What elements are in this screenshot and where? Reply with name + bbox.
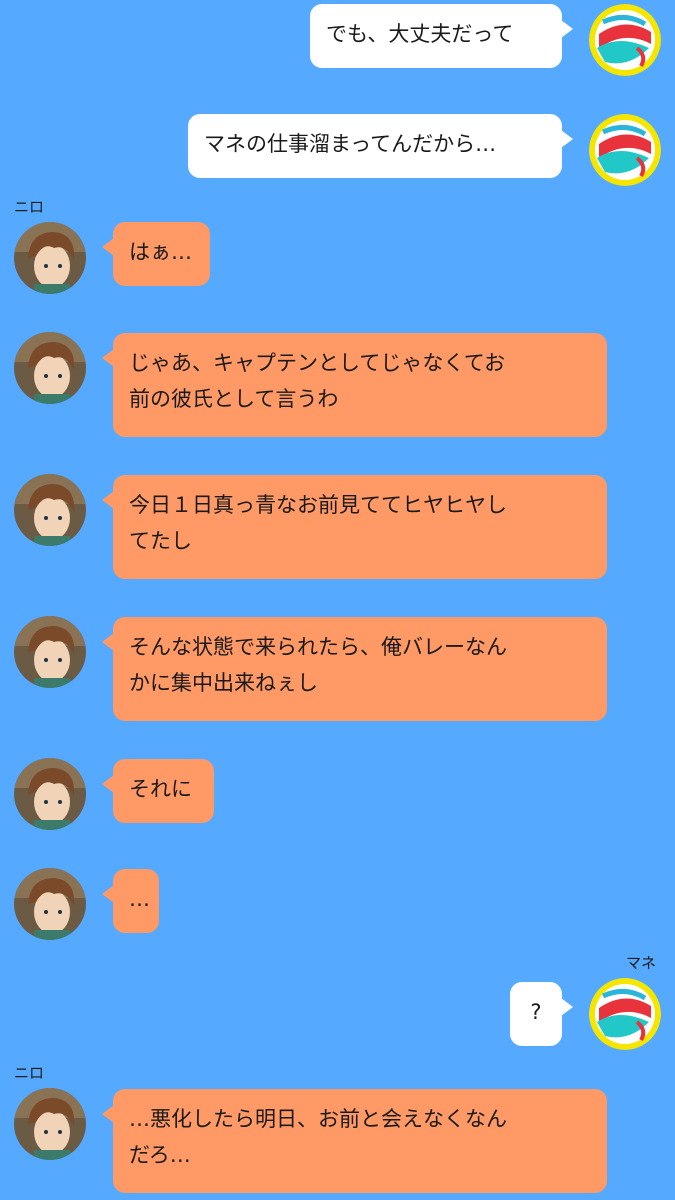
partner-message-bubble: … — [102, 869, 159, 933]
partner-avatar[interactable] — [14, 758, 86, 830]
boy-character-avatar-icon — [14, 332, 86, 404]
partner-message-bubble: …悪化したら明日、お前と会えなくなん だろ… — [102, 1089, 607, 1193]
volleyball-avatar-icon — [589, 114, 661, 186]
boy-character-avatar-icon — [14, 222, 86, 294]
partner-avatar[interactable] — [14, 1088, 86, 1160]
self-message-bubble: でも、大丈夫だって — [310, 4, 573, 68]
partner-message-bubble: はぁ… — [102, 222, 210, 286]
self-avatar[interactable] — [589, 978, 661, 1050]
partner-avatar[interactable] — [14, 616, 86, 688]
volleyball-avatar-icon — [589, 4, 661, 76]
partner-avatar[interactable] — [14, 332, 86, 404]
sender-name: マネ — [626, 954, 657, 972]
self-message-bubble: ? — [510, 982, 573, 1046]
self-avatar[interactable] — [589, 4, 661, 76]
boy-character-avatar-icon — [14, 868, 86, 940]
boy-character-avatar-icon — [14, 758, 86, 830]
partner-message-bubble: じゃあ、キャプテンとしてじゃなくてお 前の彼氏として言うわ — [102, 333, 607, 437]
boy-character-avatar-icon — [14, 616, 86, 688]
self-avatar[interactable] — [589, 114, 661, 186]
boy-character-avatar-icon — [14, 474, 86, 546]
chat-log: でも、大丈夫だって マネの仕事溜まってんだから… ニロ はぁ… じゃあ、キャプテ… — [0, 0, 675, 1200]
partner-message-bubble: それに — [102, 759, 214, 823]
partner-avatar[interactable] — [14, 222, 86, 294]
partner-message-bubble: 今日１日真っ青なお前見ててヒヤヒヤし てたし — [102, 475, 607, 579]
boy-character-avatar-icon — [14, 1088, 86, 1160]
self-message-bubble: マネの仕事溜まってんだから… — [188, 114, 573, 178]
volleyball-avatar-icon — [589, 978, 661, 1050]
partner-avatar[interactable] — [14, 474, 86, 546]
sender-name: ニロ — [14, 198, 45, 216]
partner-avatar[interactable] — [14, 868, 86, 940]
sender-name: ニロ — [14, 1064, 45, 1082]
partner-message-bubble: そんな状態で来られたら、俺バレーなん かに集中出来ねぇし — [102, 617, 607, 721]
